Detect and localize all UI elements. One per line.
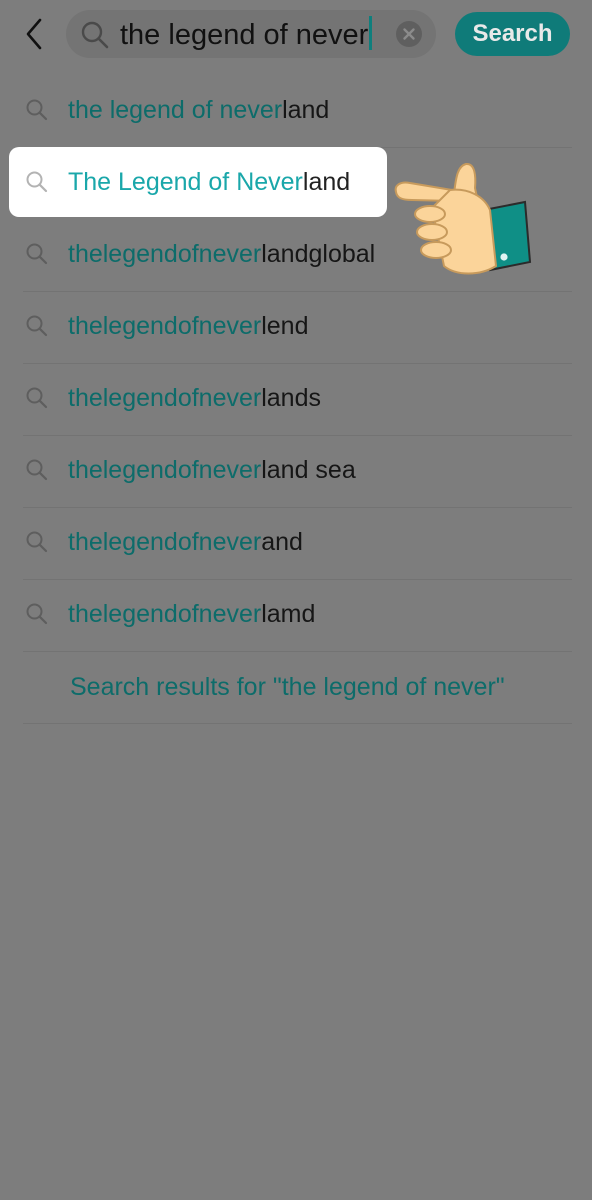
search-results-link[interactable]: Search results for "the legend of never" (23, 652, 572, 724)
clear-icon (403, 28, 415, 40)
search-icon (26, 171, 48, 193)
search-icon (26, 459, 48, 481)
suggestion-item[interactable]: thelegendofneverlend (23, 292, 572, 364)
suggestion-label: thelegendofneverlamd (68, 600, 316, 628)
suggestion-label: The Legend of Neverland (68, 168, 351, 196)
search-icon (81, 21, 109, 49)
search-icon (26, 531, 48, 553)
search-icon (26, 99, 48, 121)
search-icon (26, 243, 48, 265)
search-query-text: the legend of never (120, 19, 369, 51)
chevron-left-icon (26, 18, 42, 50)
search-box[interactable]: the legend of never (66, 10, 436, 58)
search-input[interactable]: the legend of never (120, 16, 373, 53)
suggestion-item[interactable]: thelegendofneverand (23, 508, 572, 580)
suggestion-item[interactable]: thelegendofneverlands (23, 364, 572, 436)
suggestion-label: thelegendofneverlandglobal (68, 240, 376, 268)
pointing-hand-icon (394, 163, 532, 275)
search-icon (26, 387, 48, 409)
search-icon (26, 603, 48, 625)
text-caret (369, 16, 373, 50)
suggestion-label: thelegendofneverand (68, 528, 303, 556)
suggestion-label: the legend of neverland (68, 96, 330, 124)
clear-button[interactable] (396, 21, 422, 47)
suggestion-item[interactable]: thelegendofneverland sea (23, 436, 572, 508)
search-results-label: Search results for "the legend of never" (70, 673, 505, 701)
search-icon (26, 315, 48, 337)
suggestion-label: thelegendofneverland sea (68, 456, 356, 484)
highlighted-suggestion-item[interactable]: The Legend of Neverland (9, 147, 387, 217)
back-button[interactable] (18, 14, 54, 54)
suggestion-item[interactable]: the legend of neverland (23, 76, 572, 148)
suggestion-label: thelegendofneverlend (68, 312, 309, 340)
top-bar: the legend of never Search (0, 0, 592, 70)
search-button[interactable]: Search (455, 12, 570, 56)
suggestion-item[interactable]: thelegendofneverlamd (23, 580, 572, 652)
suggestion-label: thelegendofneverlands (68, 384, 321, 412)
